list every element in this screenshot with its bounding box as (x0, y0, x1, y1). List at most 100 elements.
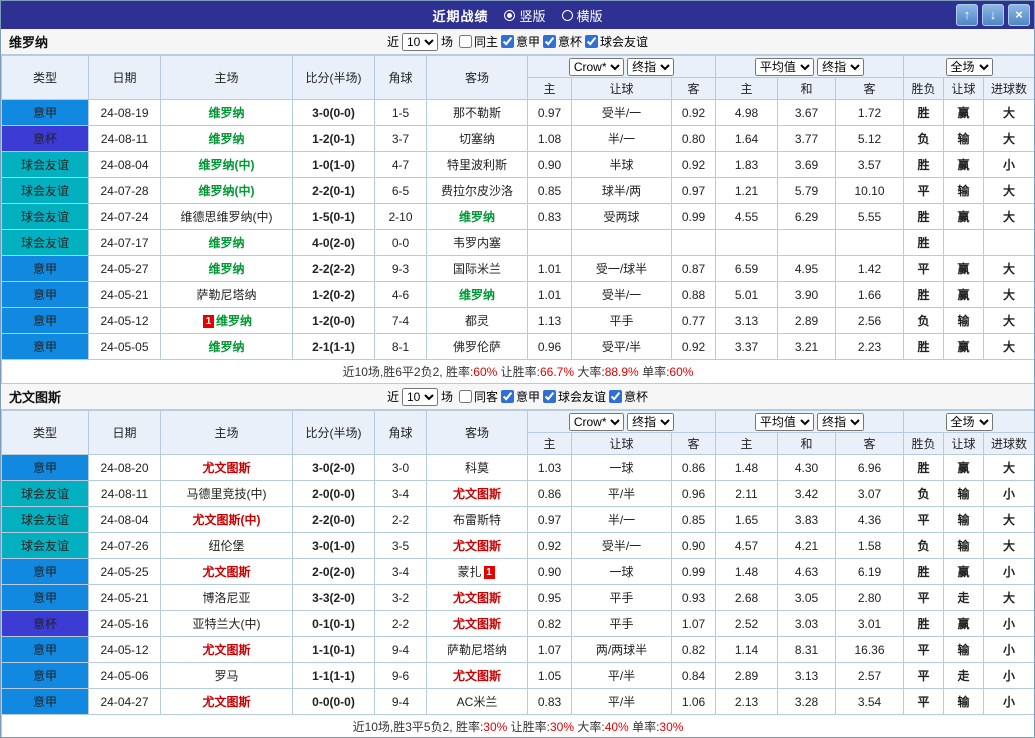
filter-checkbox[interactable] (501, 34, 514, 48)
filter-option[interactable]: 球会友谊 (585, 33, 648, 50)
average-final-select[interactable]: 终指 (817, 57, 865, 76)
subcol-avg-away: 客 (834, 432, 905, 455)
away-team: 国际米兰 (426, 255, 528, 282)
team-name: 尤文图斯 (452, 591, 501, 605)
result-handicap: 赢 (943, 255, 985, 282)
avg-draw-odds: 3.21 (777, 333, 836, 360)
avg-draw-odds: 3.83 (777, 506, 836, 533)
home-odds: 1.01 (527, 255, 572, 282)
home-team: 萨勒尼塔纳 (160, 281, 293, 308)
avg-draw-odds: 3.69 (777, 151, 836, 178)
away-odds: 0.84 (671, 662, 716, 689)
subcol-away-odds: 客 (671, 77, 716, 100)
away-odds: 0.99 (671, 203, 716, 230)
score: 3-0(0-0) (292, 99, 375, 126)
filter-option[interactable]: 意甲 (501, 33, 540, 50)
filter-checkbox[interactable] (458, 389, 472, 403)
fulltime-select[interactable]: 全场 (945, 57, 993, 76)
col-header-home: 主场 (160, 410, 293, 455)
score: 3-0(1-0) (292, 532, 375, 559)
bookmaker-select[interactable]: Crow* (568, 57, 624, 76)
filter-checkbox[interactable] (585, 34, 599, 48)
subcol-result: 胜负 (903, 77, 945, 100)
subcol-result: 胜负 (903, 432, 945, 455)
match-row: 意甲 24-05-05 维罗纳 2-1(1-1) 8-1 佛罗伦萨 0.96 受平/半 0.92… (1, 333, 1034, 360)
filter-checkbox[interactable] (543, 34, 557, 48)
summary-segment: 66.7% (540, 365, 575, 379)
avg-away-odds (834, 229, 905, 256)
rounds-select[interactable]: 10 (401, 387, 438, 406)
section-header: 尤文图斯 近 10 场 同客 意甲 球会友谊 意杯 (1, 384, 1034, 410)
filter-checkbox[interactable] (609, 389, 623, 403)
avg-away-odds: 4.36 (834, 506, 905, 533)
layout-radio-vertical[interactable]: 竖版 (504, 6, 546, 25)
result-wdl: 平 (903, 636, 945, 663)
filter-checkbox[interactable] (543, 389, 557, 403)
subcol-away-odds: 客 (671, 432, 716, 455)
team-name: 罗马 (214, 669, 239, 683)
away-team: 费拉尔皮沙洛 (426, 177, 528, 204)
average-select[interactable]: 平均值 (754, 412, 814, 431)
handicap-line: 平手 (571, 307, 672, 334)
league-badge: 球会友谊 (1, 506, 89, 533)
result-goals: 大 (983, 532, 1034, 559)
final-odds-select[interactable]: 终指 (627, 412, 675, 431)
subcol-handicap: 让球 (571, 432, 672, 455)
filter-option[interactable]: 同主 (458, 33, 498, 50)
result-wdl: 负 (903, 307, 945, 334)
subcol-goals-result: 进球数 (983, 77, 1034, 100)
result-handicap: 输 (943, 177, 985, 204)
summary-segment: 大率: (574, 720, 605, 734)
match-row: 意甲 24-05-06 罗马 1-1(1-1) 9-6 尤文图斯 1.05 平/半 0.84 2.… (1, 662, 1034, 689)
average-group-header: 平均值 终指 (714, 55, 905, 78)
result-handicap: 赢 (943, 151, 985, 178)
close-icon: × (1015, 7, 1023, 22)
bookmaker-select[interactable]: Crow* (568, 412, 624, 431)
team-name: 尤文图斯 (202, 565, 251, 579)
filter-option[interactable]: 意杯 (543, 33, 582, 50)
score: 1-1(0-1) (292, 636, 375, 663)
filter-checkbox[interactable] (458, 34, 472, 48)
layout-radio-horizontal[interactable]: 横版 (561, 6, 603, 25)
score: 3-0(2-0) (292, 454, 375, 481)
avg-draw-odds: 3.05 (777, 584, 836, 611)
filter-option[interactable]: 意甲 (501, 388, 540, 405)
avg-home-odds: 1.48 (715, 454, 778, 481)
filter-option[interactable]: 球会友谊 (543, 388, 606, 405)
corners: 3-7 (374, 125, 427, 152)
filter-option[interactable]: 同客 (458, 388, 498, 405)
corners: 1-5 (374, 99, 427, 126)
fulltime-select[interactable]: 全场 (945, 412, 993, 431)
move-down-button[interactable]: ↓ (982, 4, 1004, 26)
corners: 3-0 (374, 454, 427, 481)
match-date: 24-05-05 (88, 333, 161, 360)
move-up-button[interactable]: ↑ (956, 4, 978, 26)
score: 3-3(2-0) (292, 584, 375, 611)
away-team: 蒙扎 1 (426, 558, 528, 585)
filter-option[interactable]: 意杯 (609, 388, 648, 405)
league-badge: 球会友谊 (1, 177, 89, 204)
avg-away-odds: 2.80 (834, 584, 905, 611)
away-team: 都灵 (426, 307, 528, 334)
match-date: 24-05-21 (88, 584, 161, 611)
match-row: 意甲 24-04-27 尤文图斯 0-0(0-0) 9-4 AC米兰 0.83 平/半 1.06… (1, 688, 1034, 715)
rounds-select[interactable]: 10 (401, 32, 438, 51)
away-odds: 0.88 (671, 281, 716, 308)
average-final-select[interactable]: 终指 (817, 412, 865, 431)
summary-segment: 让胜率: (497, 365, 540, 379)
avg-draw-odds: 3.03 (777, 610, 836, 637)
away-odds (671, 229, 716, 256)
filter-controls: 近 10 场 同主 意甲 意杯 球会友谊 (387, 32, 648, 51)
final-odds-select[interactable]: 终指 (627, 57, 675, 76)
bookmaker-group-header: Crow* 终指 (527, 410, 716, 433)
filter-checkbox[interactable] (501, 389, 514, 403)
match-row: 球会友谊 24-07-17 维罗纳 4-0(2-0) 0-0 韦罗内塞 胜 (1, 229, 1034, 256)
avg-home-odds: 2.89 (715, 662, 778, 689)
match-date: 24-07-17 (88, 229, 161, 256)
result-handicap: 输 (943, 125, 985, 152)
close-button[interactable]: × (1008, 4, 1030, 26)
corners: 3-2 (374, 584, 427, 611)
filter-label: 球会友谊 (600, 34, 649, 49)
team-name-title: 尤文图斯 (9, 390, 62, 405)
average-select[interactable]: 平均值 (754, 57, 814, 76)
